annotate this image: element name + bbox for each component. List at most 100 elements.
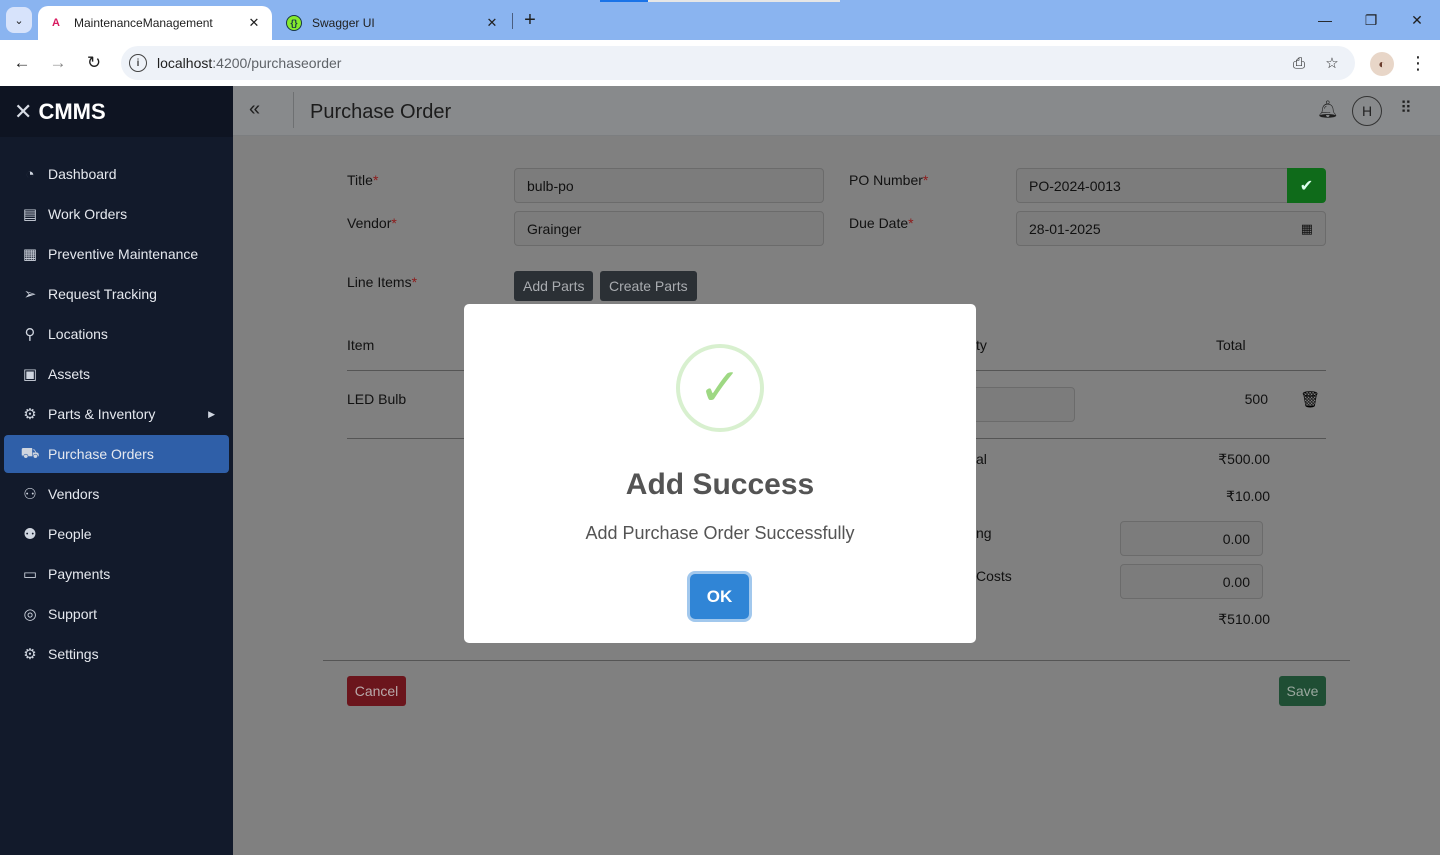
sidebar-item-payments[interactable]: ▭ Payments — [4, 555, 229, 593]
tools-icon: ✕ — [14, 98, 33, 124]
swagger-icon: {} — [286, 15, 302, 31]
profile-avatar[interactable]: ◐ — [1370, 52, 1394, 76]
sidebar-item-label: Support — [48, 606, 98, 622]
other-costs-input[interactable]: 0.00 — [1120, 564, 1263, 599]
sidebar-item-dashboard[interactable]: ◔ Dashboard — [4, 155, 229, 193]
window-close-icon[interactable]: ✕ — [1405, 8, 1429, 32]
sidebar-item-label: Work Orders — [48, 206, 128, 222]
success-icon: ✓ — [676, 344, 764, 432]
people-icon: ⚉ — [23, 526, 37, 543]
dashboard-icon: ◔ — [25, 165, 35, 183]
trash-icon[interactable]: 🗑︎ — [1300, 390, 1320, 410]
vendor-select[interactable]: Grainger — [514, 211, 824, 246]
sidebar-nav: ◔ Dashboard ▤ Work Orders ▦ Preventive M… — [0, 155, 233, 675]
app-header: « Purchase Order 🔔︎ H ⠿ — [233, 86, 1440, 136]
sidebar-item-purchase-orders[interactable]: ⛟ Purchase Orders — [4, 435, 229, 473]
sidebar-item-label: Dashboard — [48, 166, 117, 182]
sidebar-item-label: Purchase Orders — [48, 446, 154, 462]
sidebar-item-assets[interactable]: ▣ Assets — [4, 355, 229, 393]
minimize-icon[interactable]: — — [1313, 8, 1337, 32]
page-title: Purchase Order — [310, 101, 452, 123]
sidebar-item-work-orders[interactable]: ▤ Work Orders — [4, 195, 229, 233]
browser-toolbar: ← → ↻ i localhost:4200/purchaseorder ⎙ ☆… — [0, 40, 1440, 86]
sidebar-item-settings[interactable]: ⚙ Settings — [4, 635, 229, 673]
sidebar-item-label: Assets — [48, 366, 91, 382]
line-item-name: LED Bulb — [347, 391, 407, 407]
sidebar-item-label: Preventive Maintenance — [48, 246, 199, 262]
ok-button[interactable]: OK — [690, 574, 749, 619]
clipboard-icon: ▤ — [22, 206, 38, 223]
sidebar-item-support[interactable]: ◎ Support — [4, 595, 229, 633]
shipping-input[interactable]: 0.00 — [1120, 521, 1263, 556]
reload-icon[interactable]: ↻ — [82, 51, 106, 75]
forward-icon[interactable]: → — [46, 51, 70, 75]
sidebar-item-label: Vendors — [48, 486, 100, 502]
user-avatar[interactable]: H — [1352, 96, 1382, 126]
restore-icon[interactable]: ❐ — [1359, 8, 1383, 32]
header-divider — [293, 92, 294, 128]
sidebar: ✕ CMMS ◔ Dashboard ▤ Work Orders ▦ Preve… — [0, 86, 233, 855]
subtotal-value: ₹500.00 — [1218, 451, 1270, 467]
title-input[interactable]: bulb-po — [514, 168, 824, 203]
brand-name: CMMS — [38, 98, 106, 124]
cart-icon: ⛟ — [20, 444, 40, 462]
other-costs-label: Costs — [976, 568, 1012, 584]
browser-menu-icon[interactable]: ⋮ — [1408, 51, 1428, 75]
tab-swagger-ui[interactable]: {} Swagger UI ✕ — [276, 6, 510, 40]
lifebuoy-icon: ◎ — [23, 606, 37, 623]
new-tab-button[interactable]: + — [519, 9, 541, 31]
sidebar-item-label: Parts & Inventory — [48, 406, 156, 422]
title-label: Title* — [347, 172, 379, 188]
collapse-sidebar-icon[interactable]: « — [249, 98, 260, 121]
tab-separator — [512, 13, 513, 29]
shipping-label: ng — [976, 525, 992, 541]
check-icon[interactable]: ✔ — [1287, 168, 1326, 203]
sidebar-item-people[interactable]: ⚉ People — [4, 515, 229, 553]
apps-grid-icon[interactable]: ⠿ — [1400, 98, 1412, 118]
grand-total-value: ₹510.00 — [1218, 611, 1270, 627]
due-date-input[interactable]: 28-01-2025 ▦ — [1016, 211, 1326, 246]
tab-maintenance-management[interactable]: A MaintenanceManagement ✕ — [38, 6, 272, 40]
site-info-icon[interactable]: i — [129, 54, 147, 72]
calendar-icon[interactable]: ▦ — [1301, 221, 1313, 237]
address-bar[interactable]: i localhost:4200/purchaseorder ⎙ ☆ — [121, 46, 1355, 80]
sidebar-item-label: Request Tracking — [48, 286, 157, 302]
calendar-icon: ▦ — [22, 246, 38, 263]
close-icon[interactable]: ✕ — [484, 15, 500, 31]
sidebar-item-label: Settings — [48, 646, 99, 662]
quantity-input[interactable] — [963, 387, 1075, 422]
form-footer-divider — [323, 660, 1350, 661]
sidebar-item-locations[interactable]: ⚲ Locations — [4, 315, 229, 353]
sidebar-item-request-tracking[interactable]: ➢ Request Tracking — [4, 275, 229, 313]
brand-logo[interactable]: ✕ CMMS — [0, 86, 233, 137]
cancel-button[interactable]: Cancel — [347, 676, 406, 706]
vendor-label: Vendor* — [347, 215, 397, 231]
dialog-title: Add Success — [625, 468, 815, 501]
url-text[interactable]: localhost:4200/purchaseorder — [157, 55, 341, 71]
sidebar-item-label: People — [48, 526, 92, 542]
sidebar-item-preventive-maintenance[interactable]: ▦ Preventive Maintenance — [4, 235, 229, 273]
checkmark-icon: ✓ — [698, 359, 742, 417]
close-icon[interactable]: ✕ — [246, 15, 262, 31]
send-icon: ➢ — [23, 286, 37, 303]
bell-icon[interactable]: 🔔︎ — [1317, 100, 1339, 120]
create-parts-button[interactable]: Create Parts — [600, 271, 697, 301]
sidebar-item-label: Payments — [48, 566, 111, 582]
save-button[interactable]: Save — [1279, 676, 1326, 706]
bookmark-star-icon[interactable]: ☆ — [1322, 53, 1342, 73]
tab-title: MaintenanceManagement — [74, 16, 213, 30]
add-parts-button[interactable]: Add Parts — [514, 271, 594, 301]
loading-indicator — [600, 0, 840, 2]
po-number-input[interactable]: PO-2024-0013 — [1016, 168, 1288, 203]
tab-title: Swagger UI — [312, 16, 375, 30]
tab-search-button[interactable]: ⌄ — [6, 7, 32, 33]
sidebar-item-parts-inventory[interactable]: ⚙ Parts & Inventory ▶ — [4, 395, 229, 433]
install-app-icon[interactable]: ⎙ — [1289, 53, 1309, 73]
total-column-header: Total — [1216, 337, 1246, 353]
sidebar-item-vendors[interactable]: ⚇ Vendors — [4, 475, 229, 513]
item-column-header: Item — [347, 337, 375, 353]
boxes-icon: ▣ — [22, 366, 38, 383]
caret-right-icon: ▶ — [208, 408, 215, 419]
back-icon[interactable]: ← — [10, 51, 34, 75]
vendors-icon: ⚇ — [23, 486, 37, 503]
